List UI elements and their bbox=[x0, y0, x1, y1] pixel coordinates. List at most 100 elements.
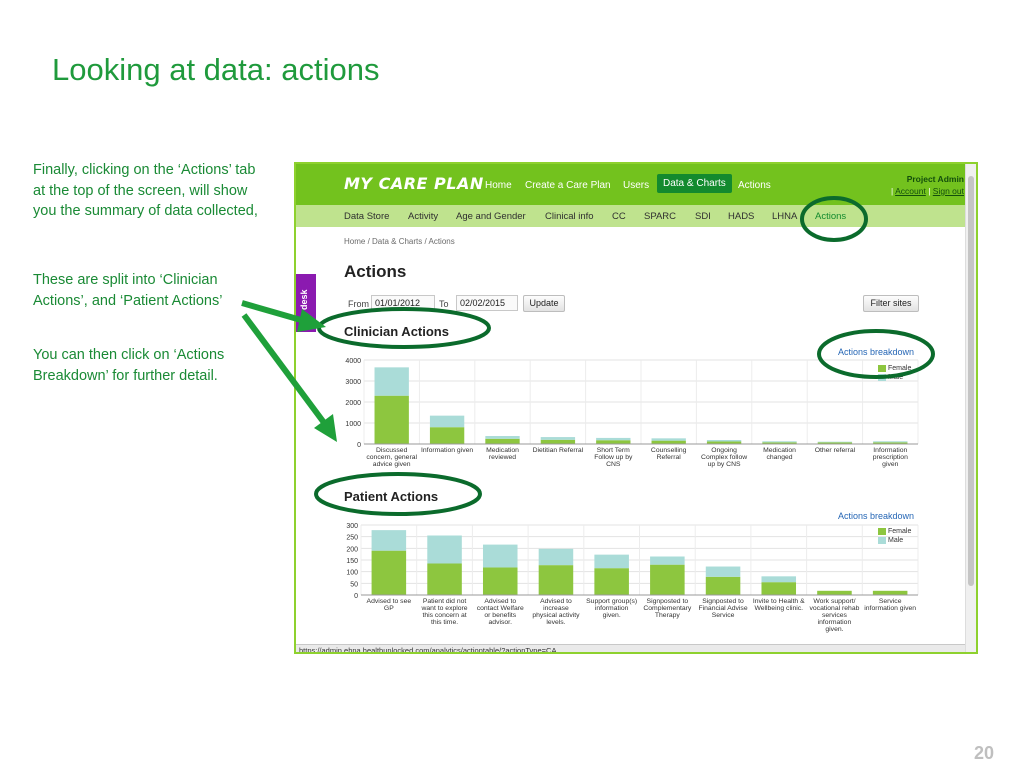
x-tick-label: Medication changed bbox=[763, 447, 796, 461]
y-tick-label: 0 bbox=[354, 593, 358, 600]
instruction-paragraph-1: Finally, clicking on the ‘Actions’ tab a… bbox=[33, 162, 258, 219]
status-bar-url: https://admin.ehna.healthunlocked.com/an… bbox=[296, 644, 968, 652]
patient-legend: Female Male bbox=[878, 527, 911, 545]
patient-actions-chart-svg: 0 50 100 150 200 250 300 Advised to see GP Patien… bbox=[346, 523, 919, 633]
x-tick-label-line: Complex follow bbox=[701, 454, 747, 461]
from-date-input[interactable]: 01/01/2012 bbox=[371, 295, 435, 311]
x-tick-label: Medication reviewed bbox=[486, 447, 519, 461]
x-tick-label: Invite to Health & Wellbeing clinic. bbox=[753, 598, 805, 612]
x-tick-label: Support group(s) information given. bbox=[586, 598, 637, 619]
app-logo[interactable]: MY CARE PLAN bbox=[344, 174, 484, 193]
x-tick-label-line: levels. bbox=[546, 619, 565, 626]
sub-navigation-bar: Data Store Activity Age and Gender Clini… bbox=[296, 205, 968, 227]
x-tick-label-line: Work support/ bbox=[813, 598, 855, 605]
x-tick-label: Short Term Follow up by CNS bbox=[594, 447, 633, 468]
subnav-age-gender[interactable]: Age and Gender bbox=[456, 211, 526, 222]
legend-label-female: Female bbox=[888, 528, 912, 535]
x-tick-label: Advised to contact Welfare or benefits advi… bbox=[477, 598, 524, 626]
bar-male bbox=[817, 441, 853, 443]
x-tick-label-line: prescription bbox=[873, 454, 908, 461]
update-button[interactable]: Update bbox=[523, 295, 565, 312]
scrollbar[interactable] bbox=[965, 164, 976, 652]
x-tick-label-line: given bbox=[882, 461, 898, 468]
x-tick-label-line: Advised to bbox=[484, 598, 516, 605]
bar-female bbox=[427, 563, 462, 595]
bar-male bbox=[485, 436, 520, 439]
breadcrumb[interactable]: Home / Data & Charts / Actions bbox=[344, 237, 455, 246]
x-tick-label: Dietitian Referral bbox=[533, 447, 584, 454]
subnav-clinical-info[interactable]: Clinical info bbox=[545, 211, 594, 222]
sign-out-link[interactable]: Sign out bbox=[933, 186, 964, 196]
legend-item-female: Female bbox=[878, 527, 911, 536]
legend-item-male: Male bbox=[878, 373, 911, 382]
x-tick-label-line: physical activity bbox=[532, 612, 580, 619]
x-tick-label-line: vocational rehab bbox=[810, 605, 860, 612]
scrollbar-thumb[interactable] bbox=[968, 176, 974, 586]
bar-male bbox=[427, 535, 462, 564]
nav-users[interactable]: Users bbox=[623, 180, 649, 191]
x-tick-label: Other referral bbox=[815, 447, 856, 454]
subnav-activity[interactable]: Activity bbox=[408, 211, 438, 222]
y-tick-label: 4000 bbox=[345, 358, 361, 365]
helpdesk-tab[interactable]: desk bbox=[296, 274, 316, 332]
x-tick-label-line: Information bbox=[873, 447, 907, 454]
x-tick-label-line: want to explore bbox=[420, 605, 467, 612]
bar-female bbox=[594, 568, 629, 595]
slide-title: Looking at data: actions bbox=[52, 52, 380, 87]
bar-male bbox=[540, 437, 576, 440]
legend-swatch-female bbox=[878, 527, 886, 535]
user-menu: Project Admin | Account | Sign out bbox=[891, 173, 964, 197]
instruction-paragraph-3: You can then click on ‘Actions Breakdown… bbox=[33, 347, 225, 384]
bar-male bbox=[705, 566, 741, 577]
subnav-sparc[interactable]: SPARC bbox=[644, 211, 676, 222]
nav-data-charts[interactable]: Data & Charts bbox=[657, 174, 732, 193]
x-tick-label: Signposted to Financial Advise Service bbox=[698, 598, 747, 619]
legend-item-male: Male bbox=[878, 536, 911, 545]
to-date-input[interactable]: 02/02/2015 bbox=[456, 295, 518, 311]
subnav-actions[interactable]: Actions bbox=[815, 211, 846, 222]
x-tick-label-line: Financial Advise bbox=[698, 605, 747, 612]
bar-male bbox=[594, 554, 629, 569]
x-tick-label-line: increase bbox=[543, 605, 569, 612]
bar-female bbox=[596, 440, 631, 444]
x-tick-label-line: up by CNS bbox=[708, 461, 741, 468]
x-tick-label: Ongoing Complex follow up by CNS bbox=[701, 447, 747, 468]
subnav-sdi[interactable]: SDI bbox=[695, 211, 711, 222]
bar-male bbox=[650, 556, 685, 565]
bar-female bbox=[872, 590, 908, 595]
bar-male bbox=[596, 437, 631, 441]
clinician-actions-chart-svg: 0 1000 2000 3000 4000 Discussed concern, gener… bbox=[345, 358, 919, 468]
page-title: Actions bbox=[344, 262, 407, 281]
nav-actions[interactable]: Actions bbox=[738, 180, 771, 191]
subnav-data-store[interactable]: Data Store bbox=[344, 211, 389, 222]
patient-actions-heading: Patient Actions bbox=[344, 489, 439, 504]
x-tick-label: Advised to increase physical activity level… bbox=[532, 598, 580, 626]
x-tick-label-line: Signposted to bbox=[702, 598, 744, 605]
bar-female bbox=[538, 565, 574, 595]
y-tick-label: 150 bbox=[346, 558, 358, 565]
subnav-lhna[interactable]: LHNA bbox=[772, 211, 797, 222]
bar-female bbox=[650, 564, 685, 595]
y-tick-label: 250 bbox=[346, 535, 358, 542]
bar-male bbox=[651, 438, 686, 441]
x-tick-label-line: advice given bbox=[373, 461, 411, 468]
subnav-cc[interactable]: CC bbox=[612, 211, 626, 222]
x-tick-label: Service information given bbox=[864, 598, 916, 612]
subnav-hads[interactable]: HADS bbox=[728, 211, 754, 222]
x-tick-label-line: contact Welfare bbox=[477, 605, 524, 612]
x-tick-label-line: Medication bbox=[486, 447, 519, 454]
x-tick-label-line: information bbox=[595, 605, 629, 612]
bar-male bbox=[762, 441, 797, 443]
account-link[interactable]: Account bbox=[895, 186, 926, 196]
filter-sites-button[interactable]: Filter sites bbox=[863, 295, 919, 312]
nav-home[interactable]: Home bbox=[485, 180, 512, 191]
x-tick-label-line: advisor. bbox=[489, 619, 513, 626]
nav-create-care-plan[interactable]: Create a Care Plan bbox=[525, 180, 611, 191]
y-tick-label: 100 bbox=[346, 570, 358, 577]
x-tick-label-line: or benefits bbox=[484, 612, 516, 619]
x-tick-label-line: reviewed bbox=[489, 454, 516, 461]
legend-label-male: Male bbox=[888, 374, 904, 381]
x-tick-label-line: Signposted to bbox=[647, 598, 689, 605]
x-tick-label: Advised to see GP bbox=[367, 598, 412, 612]
bar-female bbox=[705, 576, 741, 595]
